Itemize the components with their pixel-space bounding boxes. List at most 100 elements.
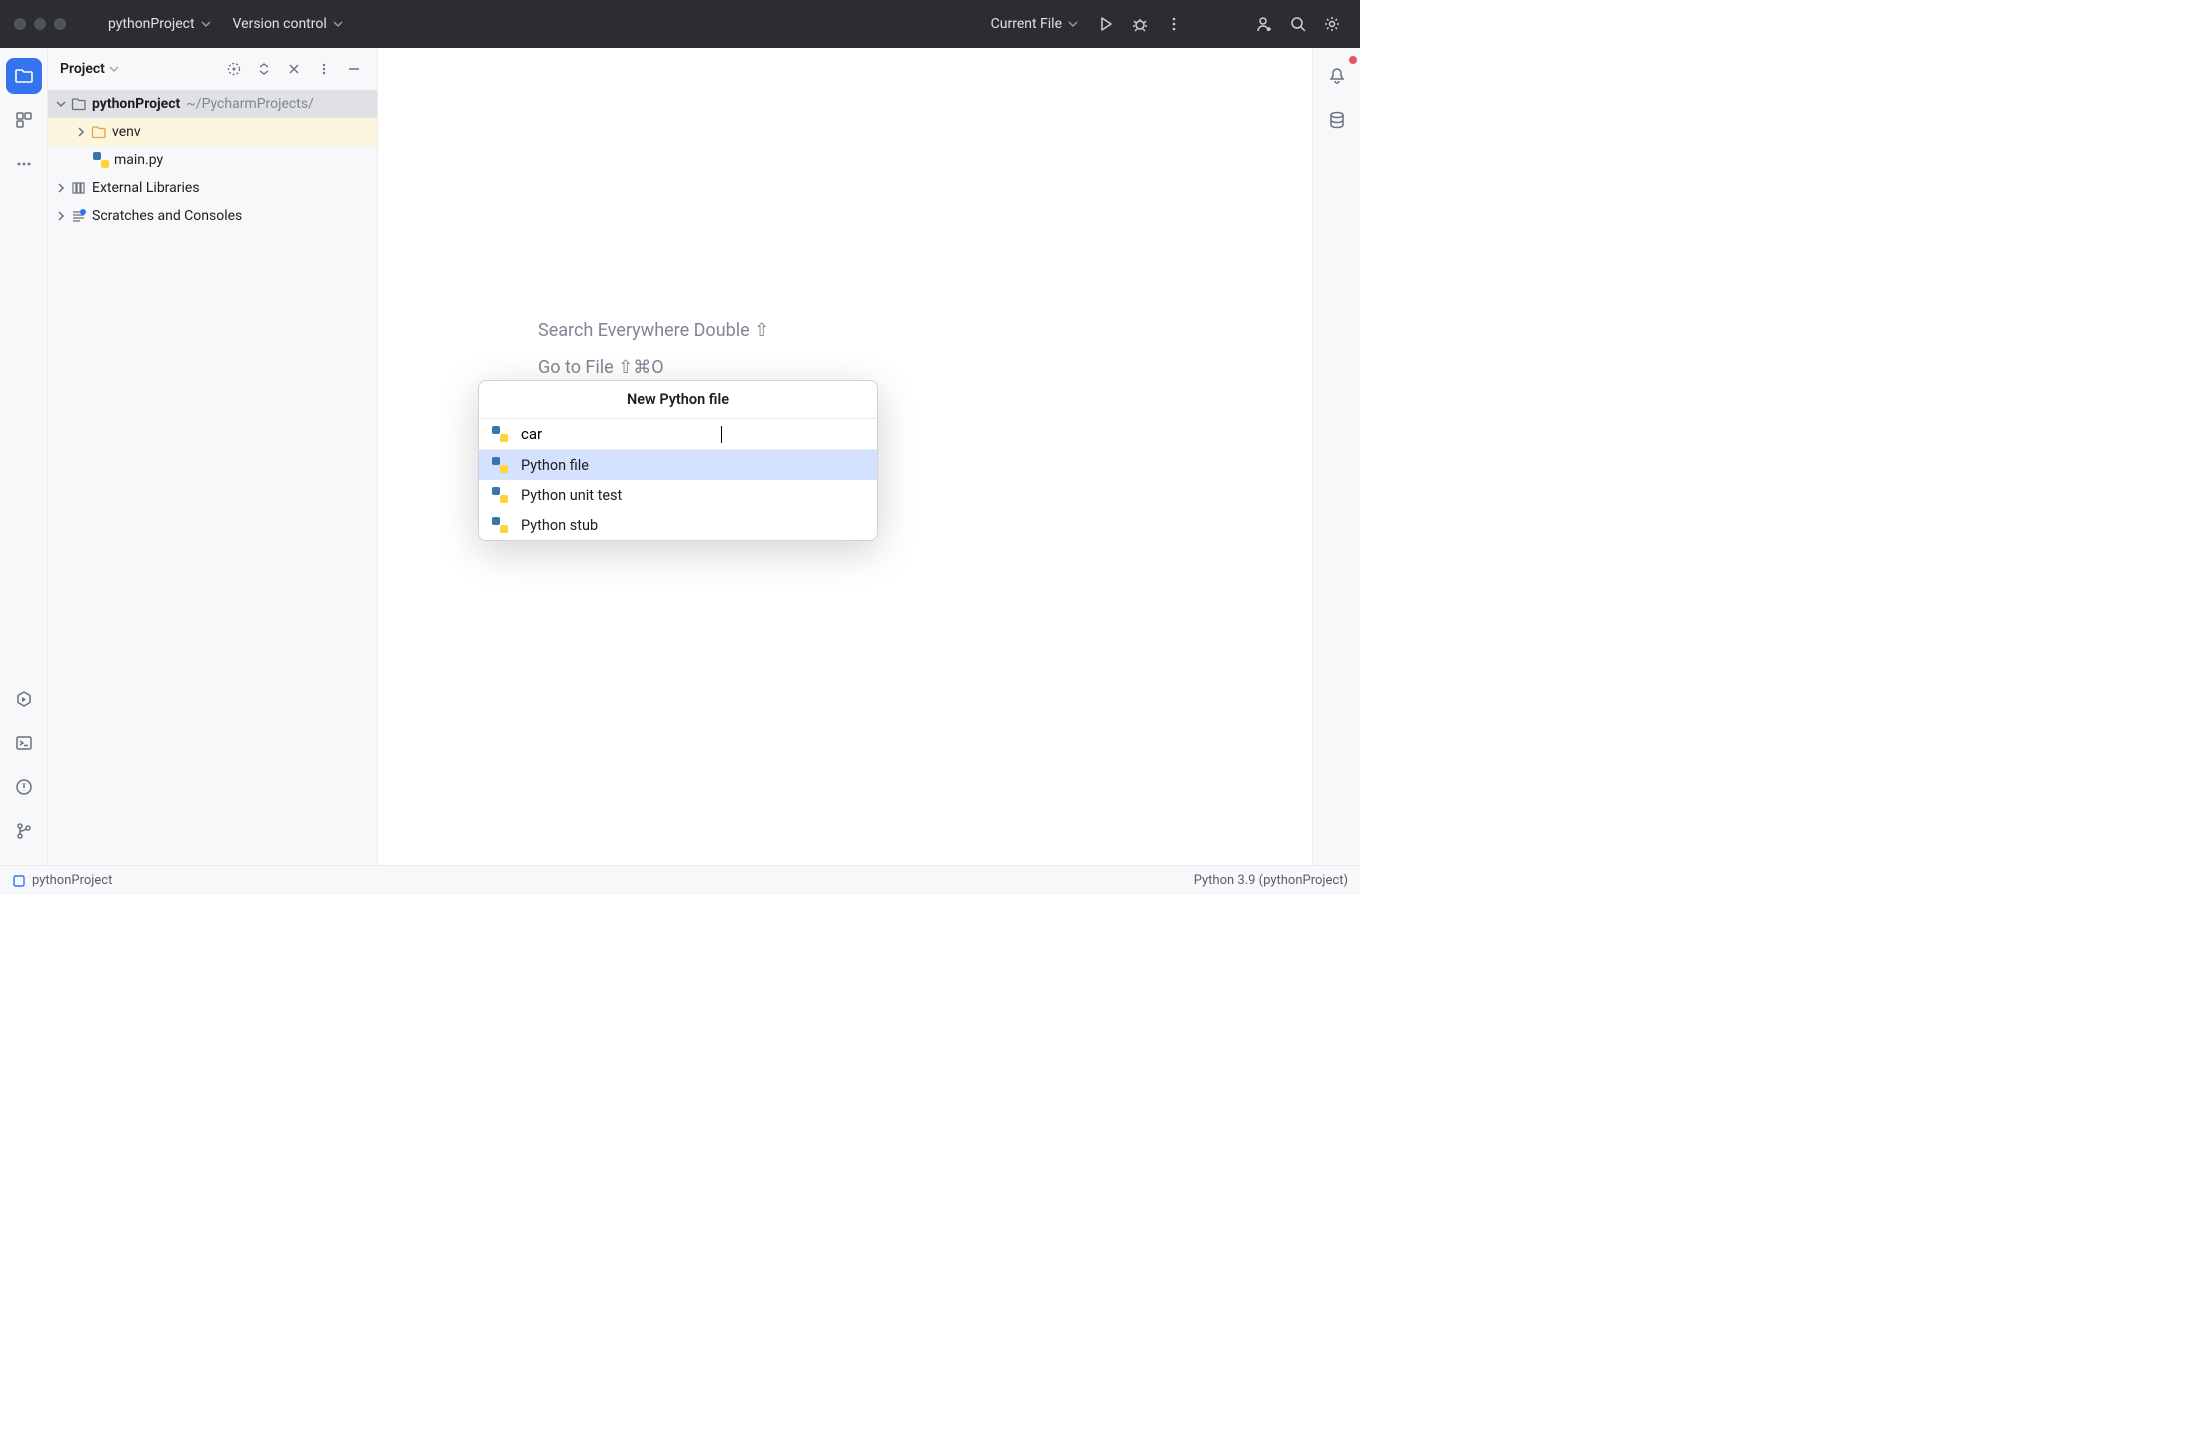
tree-main-label: main.py (114, 152, 163, 168)
run-config-dropdown[interactable]: Current File (983, 12, 1086, 36)
chevron-right-icon[interactable] (52, 183, 70, 193)
tree-external-libraries-node[interactable]: External Libraries (48, 174, 377, 202)
python-file-icon (491, 456, 509, 474)
more-horizontal-icon (15, 155, 33, 173)
database-tool-button[interactable] (1319, 102, 1355, 138)
run-button[interactable] (1092, 10, 1120, 38)
terminal-icon (15, 734, 33, 752)
warning-circle-icon (15, 778, 33, 796)
module-icon (12, 874, 26, 888)
folder-excluded-icon (90, 123, 108, 141)
chevron-right-icon[interactable] (52, 211, 70, 221)
run-config-label: Current File (991, 16, 1062, 32)
sort-icon (257, 62, 271, 76)
minimize-dot[interactable] (34, 18, 46, 30)
tree-main-node[interactable]: main.py (48, 146, 377, 174)
notifications-tool-button[interactable] (1319, 58, 1355, 94)
tree-external-libraries-label: External Libraries (92, 180, 200, 196)
chevron-down-icon (109, 64, 119, 74)
popup-option-python-file[interactable]: Python file (479, 450, 877, 480)
tree-root-label: pythonProject (92, 96, 180, 112)
project-name-label: pythonProject (108, 16, 195, 32)
project-tool-button[interactable] (6, 58, 42, 94)
project-panel-title-label: Project (60, 61, 105, 77)
tree-venv-label: venv (112, 124, 141, 140)
bell-icon (1328, 67, 1346, 85)
expand-collapse-button[interactable] (253, 58, 275, 80)
project-panel-title[interactable]: Project (60, 61, 119, 77)
close-icon (288, 63, 300, 75)
notification-badge (1349, 56, 1357, 64)
project-panel: Project pythonProject ~/PycharmProjects/ … (48, 48, 378, 865)
minimize-panel-button[interactable] (343, 58, 365, 80)
close-dot[interactable] (14, 18, 26, 30)
structure-tool-button[interactable] (6, 102, 42, 138)
editor-area: Search Everywhere Double ⇧ Go to File ⇧⌘… (378, 48, 1312, 865)
popup-input-row[interactable] (479, 419, 877, 450)
new-python-file-popup: New Python file Python file Python unit … (478, 380, 878, 541)
popup-option-python-stub[interactable]: Python stub (479, 510, 877, 540)
status-interpreter-label[interactable]: Python 3.9 (pythonProject) (1194, 873, 1348, 888)
more-button[interactable] (1160, 10, 1188, 38)
code-with-me-button[interactable] (1250, 10, 1278, 38)
left-tool-rail (0, 48, 48, 865)
chevron-down-icon (1068, 19, 1078, 29)
library-icon (70, 179, 88, 197)
popup-filename-input[interactable] (521, 425, 720, 443)
python-file-icon (491, 425, 509, 443)
popup-option-python-unit-test[interactable]: Python unit test (479, 480, 877, 510)
tree-root-node[interactable]: pythonProject ~/PycharmProjects/ (48, 90, 377, 118)
chevron-right-icon[interactable] (72, 127, 90, 137)
hide-button[interactable] (283, 58, 305, 80)
chevron-down-icon (333, 19, 343, 29)
zoom-dot[interactable] (54, 18, 66, 30)
services-tool-button[interactable] (6, 681, 42, 717)
bug-icon (1132, 16, 1148, 32)
problems-tool-button[interactable] (6, 769, 42, 805)
hint-search-everywhere: Search Everywhere Double ⇧ (538, 320, 769, 341)
hint-goto-file: Go to File ⇧⌘O (538, 357, 769, 378)
chevron-down-icon (201, 19, 211, 29)
tree-scratches-node[interactable]: Scratches and Consoles (48, 202, 377, 230)
structure-icon (15, 111, 33, 129)
window-controls[interactable] (14, 18, 66, 30)
more-vertical-icon (1166, 16, 1182, 32)
vcs-tool-button[interactable] (6, 813, 42, 849)
chevron-down-icon[interactable] (52, 99, 70, 109)
project-name-dropdown[interactable]: pythonProject (100, 12, 219, 36)
status-project-label[interactable]: pythonProject (32, 873, 112, 888)
search-everywhere-button[interactable] (1284, 10, 1312, 38)
popup-option-label: Python stub (521, 517, 598, 534)
project-tree[interactable]: pythonProject ~/PycharmProjects/ venv mai… (48, 90, 377, 865)
services-icon (15, 690, 33, 708)
vcs-dropdown[interactable]: Version control (225, 12, 351, 36)
settings-button[interactable] (1318, 10, 1346, 38)
minimize-icon (347, 62, 361, 76)
gear-icon (1323, 15, 1341, 33)
select-opened-file-button[interactable] (223, 58, 245, 80)
status-bar: pythonProject Python 3.9 (pythonProject) (0, 865, 1360, 895)
panel-options-button[interactable] (313, 58, 335, 80)
main-area: Project pythonProject ~/PycharmProjects/ … (0, 48, 1360, 865)
git-branch-icon (15, 822, 33, 840)
tree-venv-node[interactable]: venv (48, 118, 377, 146)
popup-option-label: Python unit test (521, 487, 622, 504)
target-icon (226, 61, 242, 77)
python-file-icon (491, 516, 509, 534)
person-add-icon (1255, 15, 1273, 33)
popup-option-label: Python file (521, 457, 589, 474)
debug-button[interactable] (1126, 10, 1154, 38)
scratches-icon (70, 207, 88, 225)
folder-icon (70, 95, 88, 113)
terminal-tool-button[interactable] (6, 725, 42, 761)
database-icon (1328, 111, 1346, 129)
python-file-icon (491, 486, 509, 504)
vcs-label: Version control (233, 16, 327, 32)
popup-title: New Python file (479, 381, 877, 419)
folder-icon (14, 66, 34, 86)
title-bar: pythonProject Version control Current Fi… (0, 0, 1360, 48)
right-tool-rail (1312, 48, 1360, 865)
play-icon (1098, 16, 1114, 32)
tree-root-path: ~/PycharmProjects/ (186, 96, 314, 112)
more-tools-button[interactable] (6, 146, 42, 182)
